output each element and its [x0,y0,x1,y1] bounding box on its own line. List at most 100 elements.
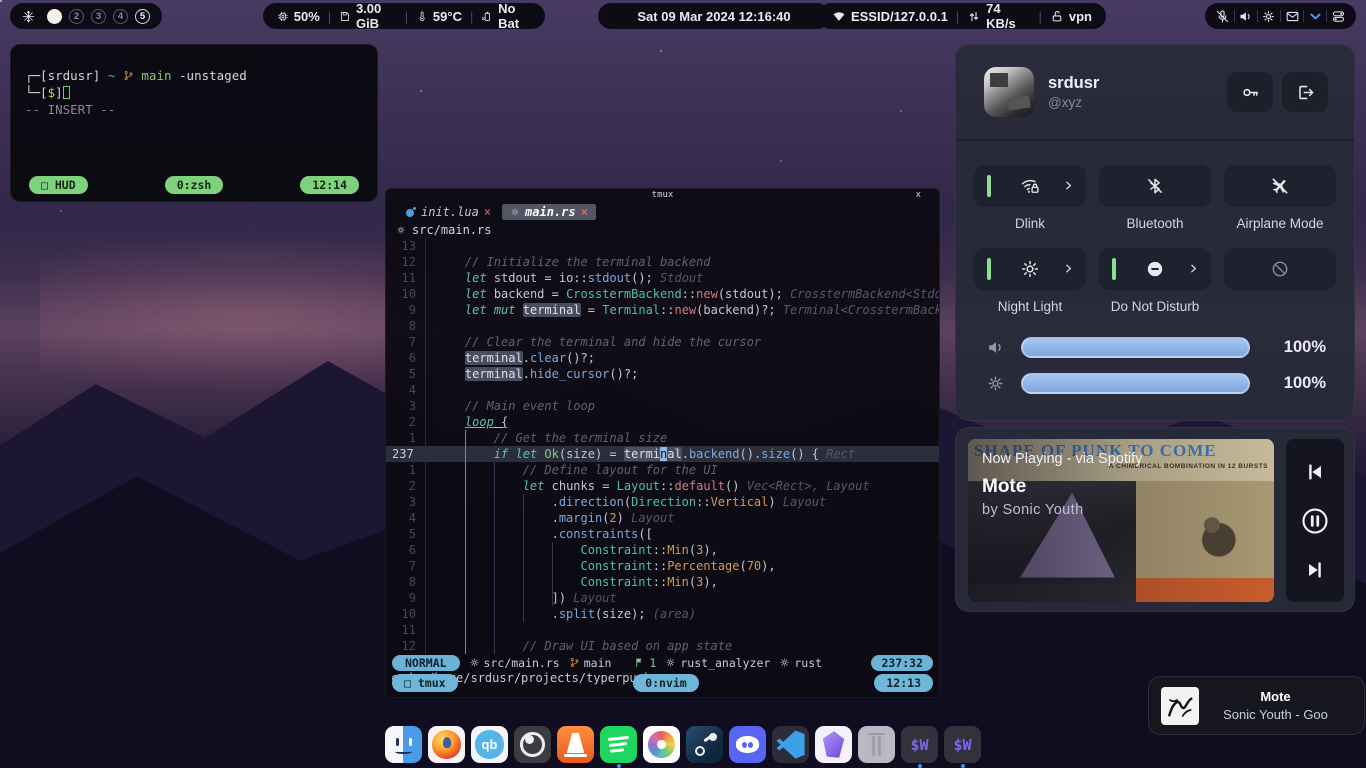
memory-usage: 3.00 GiB [356,1,397,31]
mail-icon[interactable] [1285,9,1300,24]
snowflake-icon [22,8,35,25]
workspace-3[interactable]: 3 [91,9,106,24]
code-line[interactable]: 4 [386,382,939,398]
code-line[interactable]: 1 // Define layout for the UI [386,462,939,478]
chevron-right-icon[interactable] [1062,179,1075,192]
tab-init-lua[interactable]: init.lua × [398,204,499,220]
line-number: 2 [386,414,426,430]
workspace-4[interactable]: 4 [113,9,128,24]
workspace-1[interactable] [47,9,62,24]
dock-firefox[interactable] [428,726,465,763]
code-line[interactable]: 2 let chunks = Layout::default() Vec<Rec… [386,478,939,494]
net-speed: 74 KB/s [986,1,1030,31]
toggle-night-light[interactable] [974,248,1086,290]
indent-guide [552,542,553,606]
logout-button[interactable] [1282,72,1328,112]
code-area[interactable]: 1312 // Initialize the terminal backend1… [386,238,939,654]
toggle-do-not-disturb[interactable] [1099,248,1211,290]
code-line[interactable]: 8 [386,318,939,334]
toggle-airplane-mode[interactable] [1224,165,1336,207]
dock-vlc[interactable] [557,726,594,763]
code-line[interactable]: 12 // Draw UI based on app state [386,638,939,654]
dock-trash[interactable] [858,726,895,763]
editor-window[interactable]: tmux x init.lua × main.rs × src/main.rs … [385,188,940,698]
code-line[interactable]: 9 ]) Layout [386,590,939,606]
toggle-dlink[interactable] [974,165,1086,207]
window-close-button[interactable]: x [916,189,921,202]
chevron-right-icon[interactable] [1187,262,1200,275]
code-line[interactable]: 13 [386,238,939,254]
tmux-session-name[interactable]: □ HUD [29,176,88,194]
tmux-clock: 12:14 [300,176,359,194]
code-line[interactable]: 3 .direction(Direction::Vertical) Layout [386,494,939,510]
dock-file-manager[interactable] [385,726,422,763]
notification-album-thumb [1161,687,1199,725]
dock-spotify[interactable] [600,726,637,763]
dock-vscode[interactable] [772,726,809,763]
code-line[interactable]: 6 terminal.clear()?; [386,350,939,366]
chevron-right-icon[interactable] [1062,262,1075,275]
window-titlebar: tmux x [386,189,939,202]
dock-obs[interactable] [514,726,551,763]
tmux-window[interactable]: 0:zsh [165,176,224,194]
microphone-muted-icon[interactable] [1215,9,1230,24]
prompt-unstaged: -unstaged [179,68,247,83]
toggle-blocked[interactable] [1224,248,1336,290]
line-number: 237 [386,446,426,462]
dnd-icon [1145,259,1165,279]
dock-discord[interactable] [729,726,766,763]
tab-close-icon[interactable]: × [581,205,588,219]
code-line[interactable]: 7 // Clear the terminal and hide the cur… [386,334,939,350]
code-line[interactable]: 11 let stdout = io::stdout(); Stdout [386,270,939,286]
workspace-5[interactable]: 5 [135,9,150,24]
tmux-window[interactable]: 0:nvim [633,674,699,692]
dock-sw-app-2[interactable]: $W [944,726,981,763]
brightness-slider[interactable] [1021,373,1250,394]
clock-pill[interactable]: Sat 09 Mar 2024 12:16:40 [598,3,830,29]
code-line[interactable]: 7 Constraint::Percentage(70), [386,558,939,574]
code-line[interactable]: 9 let mut terminal = Terminal::new(backe… [386,302,939,318]
code-line[interactable]: 10 let backend = CrosstermBackend::new(s… [386,286,939,302]
code-line[interactable]: 4 .margin(2) Layout [386,510,939,526]
notification-card[interactable]: Mote Sonic Youth - Goo [1148,676,1365,735]
speaker-icon[interactable] [1238,9,1253,24]
code-line[interactable]: 6 Constraint::Min(3), [386,542,939,558]
volume-slider[interactable] [1021,337,1250,358]
dock-obsidian[interactable] [815,726,852,763]
editor-tmux-statusbar: □ tmux 0:nvim 12:13 [390,674,935,692]
hud-tmux-statusbar: □ HUD 0:zsh 12:14 [25,176,363,194]
code-line[interactable]: 2 loop { [386,414,939,430]
code-line[interactable]: 10 .split(size); (area) [386,606,939,622]
code-line[interactable]: 8 Constraint::Min(3), [386,574,939,590]
volume-row: 100% [986,337,1326,358]
code-line[interactable]: 12 // Initialize the terminal backend [386,254,939,270]
dock-photos[interactable] [643,726,680,763]
code-line-current[interactable]: 237 if let Ok(size) = terminal.backend()… [386,446,939,462]
steam-icon [686,726,723,763]
previous-track-button[interactable] [1304,461,1326,483]
chevron-down-icon[interactable] [1308,9,1323,24]
password-key-button[interactable] [1227,72,1273,112]
network-pill[interactable]: ESSID/127.0.0.1 | 74 KB/s | vpn [818,3,1106,29]
gear-icon[interactable] [1261,9,1276,24]
toggle-bluetooth[interactable] [1099,165,1211,207]
code-line[interactable]: 11 [386,622,939,638]
dock-qbittorrent[interactable]: qb [471,726,508,763]
workspace-2[interactable]: 2 [69,9,84,24]
code-line[interactable]: 5 terminal.hide_cursor()?; [386,366,939,382]
album-art[interactable]: SHAPE OF PUNK TO COME A CHIMERICAL BOMBI… [968,439,1274,602]
statusline-file: src/main.rs [484,656,560,670]
dock-sw-app[interactable]: $W [901,726,938,763]
tab-main-rs[interactable]: main.rs × [502,204,596,220]
code-line[interactable]: 5 .constraints([ [386,526,939,542]
pause-button[interactable] [1300,506,1330,536]
code-line[interactable]: 1 // Get the terminal size [386,430,939,446]
dock-steam[interactable] [686,726,723,763]
trash-icon [858,726,895,763]
tmux-session-name[interactable]: □ tmux [392,674,458,692]
switches-icon[interactable] [1331,9,1346,24]
tab-close-icon[interactable]: × [484,205,491,219]
code-line[interactable]: 3 // Main event loop [386,398,939,414]
hud-terminal-window[interactable]: ┌─[srdusr] ~ main -unstaged └─[$] -- INS… [10,44,378,202]
next-track-button[interactable] [1304,559,1326,581]
